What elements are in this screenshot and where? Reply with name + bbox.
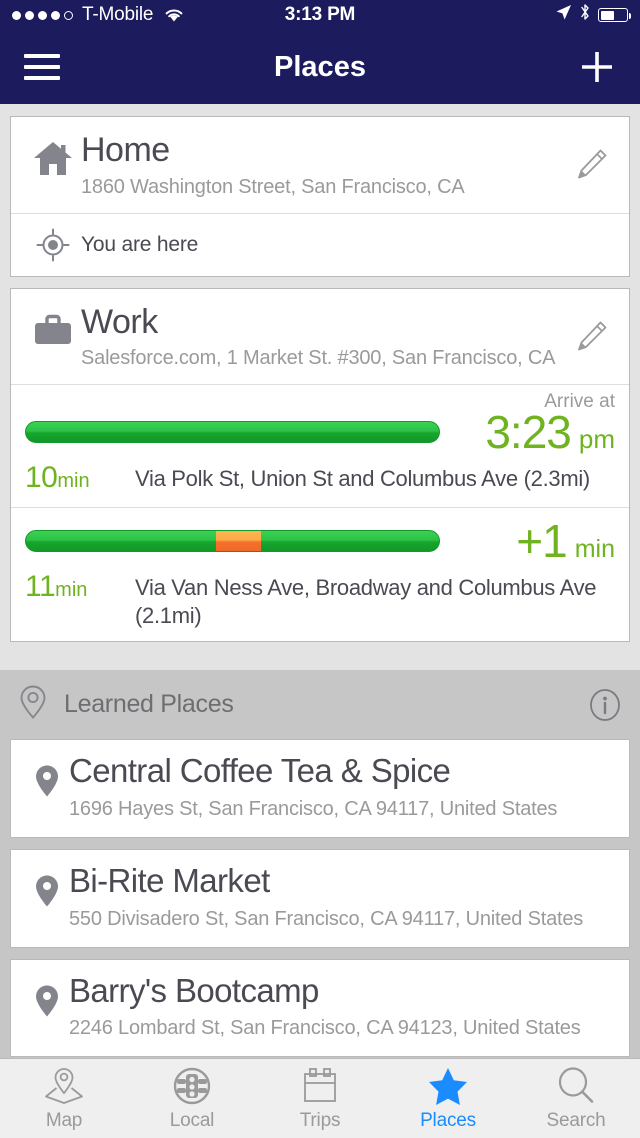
tab-search[interactable]: Search — [512, 1059, 640, 1138]
route-2-via: Via Van Ness Ave, Broadway and Columbus … — [135, 575, 597, 628]
map-pin-diamond-icon — [43, 1066, 85, 1106]
learned-places-title: Learned Places — [64, 690, 234, 719]
tab-label: Map — [45, 1109, 83, 1131]
bluetooth-icon — [579, 3, 591, 27]
status-bar-clock: 3:13 PM — [284, 4, 356, 25]
tab-label: Search — [546, 1109, 606, 1131]
list-item[interactable]: Central Coffee Tea & Spice 1696 Hayes St… — [10, 739, 630, 839]
work-edit-pencil-icon[interactable] — [569, 305, 615, 353]
learned-place-address: 1696 Hayes St, San Francisco, CA 94117, … — [69, 798, 558, 821]
tab-label: Trips — [299, 1109, 341, 1131]
battery-icon — [598, 8, 631, 22]
map-pin-icon — [25, 864, 69, 908]
home-place-name: Home — [81, 131, 170, 169]
traffic-light-icon — [171, 1066, 213, 1106]
route-2-delta-value: +1 — [516, 515, 567, 568]
app-screen: T-Mobile 3:13 PM Places Home 1860 Washin… — [0, 0, 640, 1138]
tab-local[interactable]: Local — [128, 1059, 256, 1138]
route-2-bar-row: +1 min — [25, 518, 615, 564]
briefcase-icon — [25, 305, 81, 349]
list-item-text: Central Coffee Tea & Spice 1696 Hayes St… — [69, 754, 615, 821]
learned-places-list: Central Coffee Tea & Spice 1696 Hayes St… — [0, 739, 640, 1058]
house-icon — [25, 133, 81, 179]
route-1-arrive-time: 3:23 — [485, 406, 572, 459]
tab-places[interactable]: Places — [384, 1059, 512, 1138]
list-item-text: Barry's Bootcamp 2246 Lombard St, San Fr… — [69, 971, 615, 1041]
work-place-name: Work — [81, 302, 158, 341]
tab-label: Local — [169, 1109, 215, 1131]
route-2-detail-row: 11min Via Van Ness Ave, Broadway and Col… — [25, 570, 615, 629]
content-scroll-area[interactable]: Home 1860 Washington Street, San Francis… — [0, 104, 640, 1058]
route-2-traffic-bar — [25, 530, 440, 553]
route-1-detail-row: 10min Via Polk St, Union St and Columbus… — [25, 461, 615, 495]
tab-label: Places — [420, 1109, 476, 1131]
route-1-bar-row: 3:23 pm — [25, 409, 615, 455]
route-1-duration: 10min — [25, 461, 135, 495]
list-item[interactable]: Barry's Bootcamp 2246 Lombard St, San Fr… — [10, 958, 630, 1058]
route-2-duration-value: 11 — [25, 570, 56, 604]
route-1-arrive-ampm: pm — [578, 424, 615, 455]
learned-place-name: Bi-Rite Market — [69, 862, 270, 900]
home-card-header: Home 1860 Washington Street, San Francis… — [11, 117, 629, 213]
calendar-icon — [300, 1066, 340, 1106]
route-2-traffic-segment — [215, 531, 262, 552]
route-row-1[interactable]: Arrive at 3:23 pm 10min Via Polk St, Uni… — [11, 384, 629, 507]
home-card-text: Home 1860 Washington Street, San Francis… — [81, 131, 569, 199]
home-place-card[interactable]: Home 1860 Washington Street, San Francis… — [10, 116, 630, 277]
star-icon — [427, 1066, 469, 1106]
route-1-duration-unit: min — [57, 470, 90, 493]
section-gap — [0, 642, 640, 671]
hamburger-menu-icon[interactable] — [24, 54, 60, 80]
tab-trips[interactable]: Trips — [256, 1059, 384, 1138]
learned-place-address: 2246 Lombard St, San Francisco, CA 94123… — [69, 1017, 581, 1040]
home-status-label: You are here — [81, 232, 199, 256]
learned-places-header: Learned Places — [0, 670, 640, 740]
tab-bar: Map Local Trips Places Search — [0, 1058, 640, 1138]
map-pin-icon — [25, 754, 69, 798]
status-bar-right — [555, 3, 631, 27]
search-icon — [556, 1066, 596, 1106]
page-title: Places — [274, 50, 366, 83]
home-edit-pencil-icon[interactable] — [569, 133, 615, 181]
map-pin-outline-icon — [18, 684, 48, 725]
add-place-button[interactable] — [578, 48, 616, 86]
status-bar: T-Mobile 3:13 PM — [0, 0, 640, 30]
current-location-icon — [25, 228, 81, 262]
work-place-card[interactable]: Work Salesforce.com, 1 Market St. #300, … — [10, 287, 630, 643]
route-2-duration-unit: min — [55, 579, 88, 602]
info-icon[interactable] — [588, 688, 622, 722]
route-2-delta: +1 min — [440, 518, 615, 564]
tab-map[interactable]: Map — [0, 1059, 128, 1138]
home-current-status-row: You are here — [11, 212, 629, 276]
learned-place-name: Central Coffee Tea & Spice — [69, 752, 451, 790]
map-pin-icon — [25, 974, 69, 1018]
list-item-text: Bi-Rite Market 550 Divisadero St, San Fr… — [69, 862, 615, 931]
learned-place-name: Barry's Bootcamp — [69, 971, 319, 1009]
work-card-header: Work Salesforce.com, 1 Market St. #300, … — [11, 289, 629, 385]
route-1-duration-value: 10 — [25, 461, 58, 495]
work-card-text: Work Salesforce.com, 1 Market St. #300, … — [81, 302, 569, 371]
navigation-bar: Places — [0, 30, 640, 104]
list-item[interactable]: Bi-Rite Market 550 Divisadero St, San Fr… — [10, 849, 630, 948]
home-place-address: 1860 Washington Street, San Francisco, C… — [81, 175, 465, 198]
route-1-arrival: 3:23 pm — [440, 409, 615, 455]
route-1-traffic-bar — [25, 421, 440, 444]
learned-place-address: 550 Divisadero St, San Francisco, CA 941… — [69, 907, 584, 930]
route-2-duration: 11min — [25, 570, 135, 604]
route-2-delta-unit: min — [574, 535, 615, 564]
route-row-2[interactable]: +1 min 11min Via Van Ness Ave, Broadway a… — [11, 507, 629, 641]
route-1-via: Via Polk St, Union St and Columbus Ave (… — [135, 466, 590, 492]
location-arrow-icon — [555, 4, 572, 27]
work-place-address: Salesforce.com, 1 Market St. #300, San F… — [81, 347, 556, 370]
